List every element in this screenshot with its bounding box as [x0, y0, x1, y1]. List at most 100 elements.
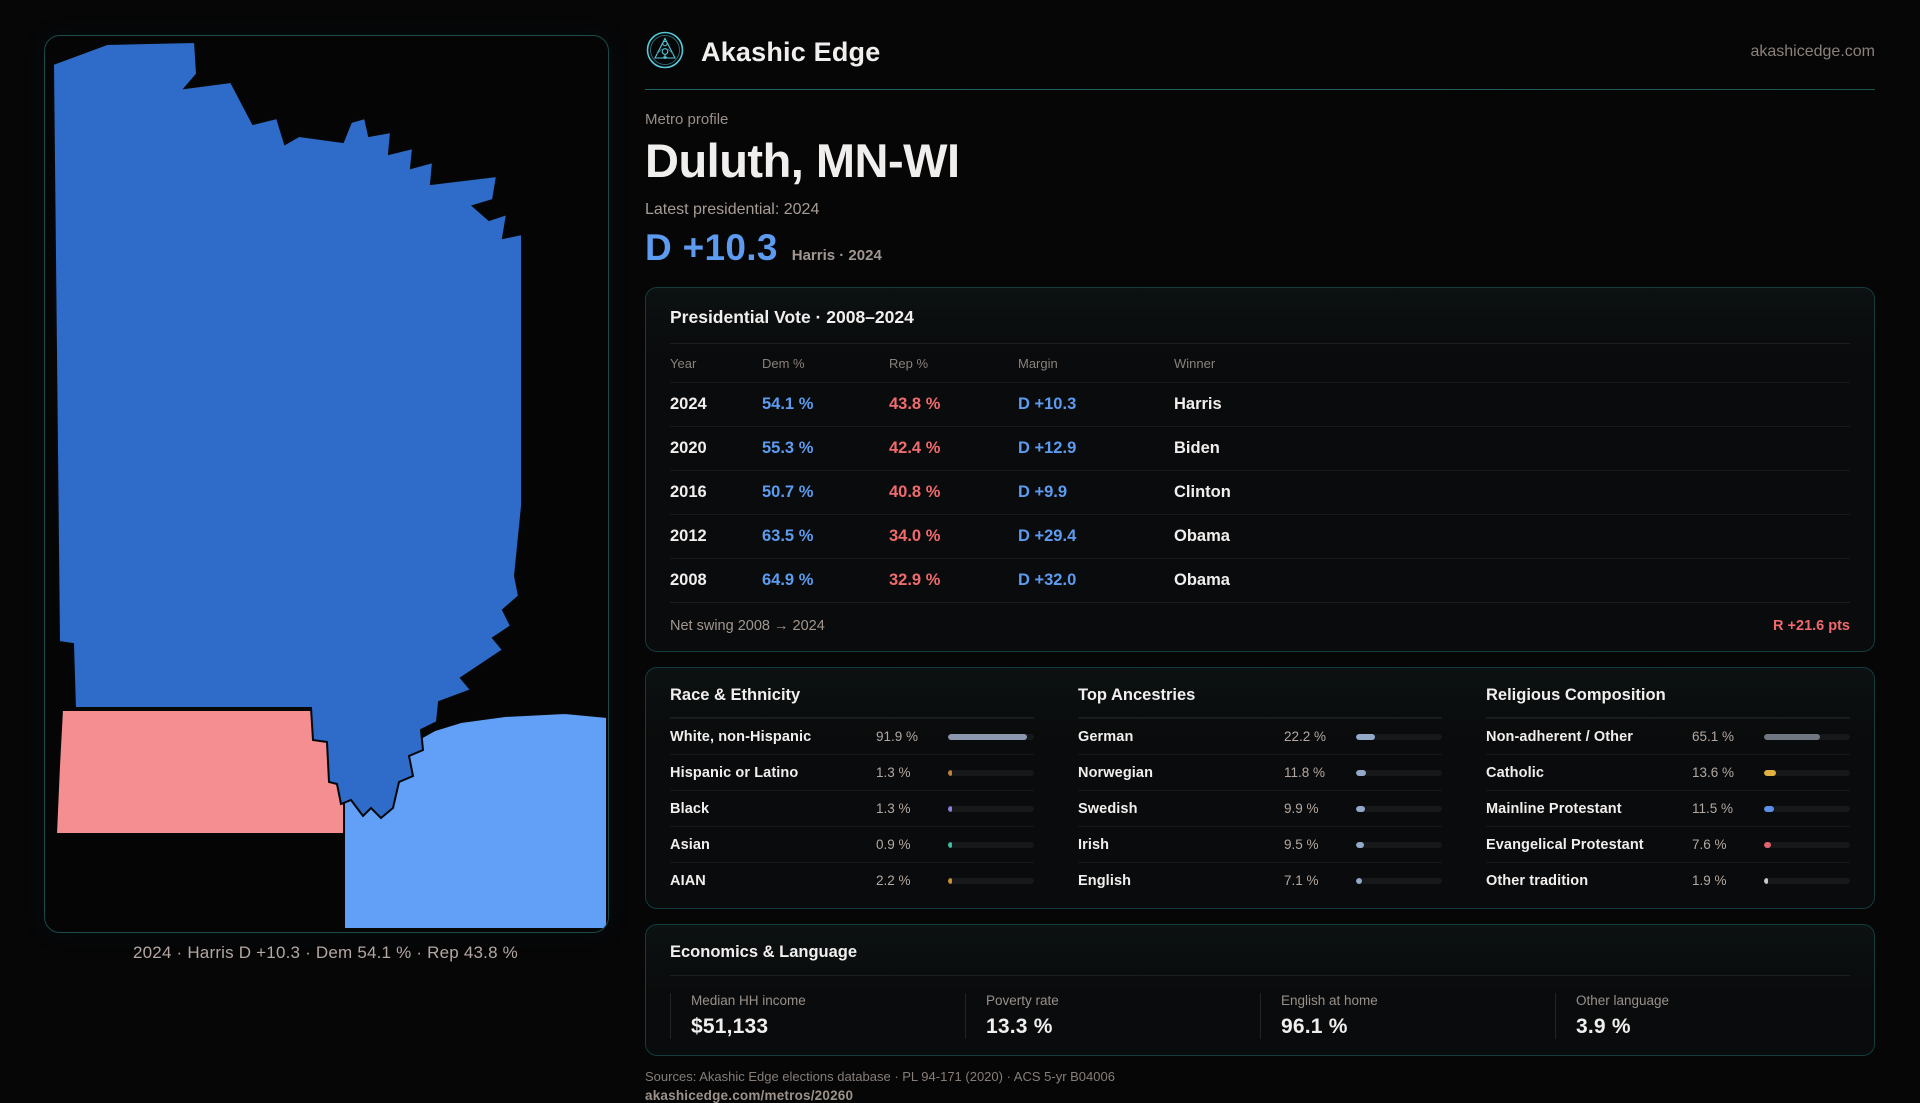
demographic-label: Swedish [1078, 801, 1272, 817]
demographic-value: 11.5 % [1692, 801, 1752, 816]
demographic-row: Swedish 9.9 % [1078, 790, 1442, 826]
religious-composition-title: Religious Composition [1486, 686, 1850, 718]
cell-winner: Obama [1174, 571, 1850, 590]
cell-rep-pct: 40.8 % [889, 483, 1018, 502]
stat-cell: English at home 96.1 % [1260, 993, 1555, 1039]
cell-rep-pct: 32.9 % [889, 571, 1018, 590]
site-link[interactable]: akashicedge.com [1750, 43, 1875, 61]
stat-bar-fill [1764, 878, 1768, 884]
stat-bar-fill [1356, 770, 1366, 776]
brand-name: Akashic Edge [701, 37, 880, 68]
demographic-row: Mainline Protestant 11.5 % [1486, 790, 1850, 826]
cell-rep-pct: 42.4 % [889, 439, 1018, 458]
stat-bar-track [1764, 878, 1850, 884]
demographic-label: Evangelical Protestant [1486, 837, 1680, 853]
stat-value: 3.9 % [1576, 1015, 1850, 1039]
cell-dem-pct: 64.9 % [762, 571, 889, 590]
vote-table-body: 2024 54.1 % 43.8 % D +10.3 Harris 2020 5… [670, 382, 1850, 602]
stat-label: Median HH income [691, 993, 965, 1008]
stat-bar-track [948, 806, 1034, 812]
demographic-value: 91.9 % [876, 729, 936, 744]
demographic-value: 7.6 % [1692, 837, 1752, 852]
col-header-year: Year [670, 356, 762, 371]
demographic-row: White, non-Hispanic 91.9 % [670, 718, 1034, 754]
vote-table-row: 2024 54.1 % 43.8 % D +10.3 Harris [670, 382, 1850, 426]
vote-table-row: 2016 50.7 % 40.8 % D +9.9 Clinton [670, 470, 1850, 514]
sources-line: Sources: Akashic Edge elections database… [645, 1069, 1875, 1084]
col-header-dem: Dem % [762, 356, 889, 371]
demographic-label: German [1078, 729, 1272, 745]
stat-value: 13.3 % [986, 1015, 1260, 1039]
cell-rep-pct: 43.8 % [889, 395, 1018, 414]
cell-rep-pct: 34.0 % [889, 527, 1018, 546]
headline-margin-line: D +10.3 Harris · 2024 [645, 227, 1875, 269]
stat-bar-fill [1356, 806, 1365, 812]
stat-value: $51,133 [691, 1015, 965, 1039]
cell-winner: Clinton [1174, 483, 1850, 502]
demographic-row: AIAN 2.2 % [670, 862, 1034, 898]
cell-year: 2020 [670, 439, 762, 458]
demographic-value: 1.9 % [1692, 873, 1752, 888]
race-ethnicity-list: White, non-Hispanic 91.9 % Hispanic or L… [670, 718, 1034, 898]
demographic-label: English [1078, 873, 1272, 889]
demographic-value: 1.3 % [876, 801, 936, 816]
cell-margin: D +9.9 [1018, 483, 1174, 502]
top-ancestries-list: German 22.2 % Norwegian 11.8 % Swedish [1078, 718, 1442, 898]
demographic-row: Asian 0.9 % [670, 826, 1034, 862]
cell-margin: D +29.4 [1018, 527, 1174, 546]
col-header-margin: Margin [1018, 356, 1174, 371]
stat-bar-track [948, 770, 1034, 776]
cell-margin: D +32.0 [1018, 571, 1174, 590]
cell-year: 2024 [670, 395, 762, 414]
map-county-st-louis[interactable] [53, 42, 522, 818]
page-kicker: Metro profile [645, 111, 1875, 128]
vote-table-header: Year Dem % Rep % Margin Winner [670, 344, 1850, 382]
demographic-label: Black [670, 801, 864, 817]
stat-bar-fill [1356, 842, 1364, 848]
stat-bar-track [1764, 806, 1850, 812]
demographic-value: 11.8 % [1284, 765, 1344, 780]
stat-bar-track [1356, 878, 1442, 884]
stat-bar-fill [948, 770, 952, 776]
stat-bar-track [1356, 770, 1442, 776]
county-map [45, 36, 608, 932]
demographic-row: Norwegian 11.8 % [1078, 754, 1442, 790]
page-title: Duluth, MN-WI [645, 136, 1875, 185]
stat-cell: Poverty rate 13.3 % [965, 993, 1260, 1039]
stat-bar-fill [1356, 734, 1375, 740]
permalink[interactable]: akashicedge.com/metros/20260 [645, 1088, 1875, 1103]
economics-language-panel: Economics & Language Median HH income $5… [645, 924, 1875, 1056]
stat-bar-track [1356, 734, 1442, 740]
top-bar: Akashic Edge akashicedge.com [645, 30, 1875, 74]
stat-bar-track [1356, 842, 1442, 848]
demographic-value: 0.9 % [876, 837, 936, 852]
cell-year: 2016 [670, 483, 762, 502]
demographic-value: 9.5 % [1284, 837, 1344, 852]
map-county-carlton[interactable] [56, 710, 344, 834]
metro-profile-page: 2024 · Harris D +10.3 · Dem 54.1 % · Rep… [0, 0, 1920, 1080]
demographic-label: Hispanic or Latino [670, 765, 864, 781]
top-ancestries-title: Top Ancestries [1078, 686, 1442, 718]
demographic-value: 65.1 % [1692, 729, 1752, 744]
cell-winner: Obama [1174, 527, 1850, 546]
religious-composition-section: Religious Composition Non-adherent / Oth… [1486, 686, 1850, 898]
stat-cell: Other language 3.9 % [1555, 993, 1850, 1039]
race-ethnicity-title: Race & Ethnicity [670, 686, 1034, 718]
stat-bar-track [1764, 770, 1850, 776]
stat-bar-track [1764, 842, 1850, 848]
top-ancestries-section: Top Ancestries German 22.2 % Norwegian 1… [1078, 686, 1442, 898]
county-map-card [44, 35, 609, 933]
net-swing-value: R +21.6 pts [1773, 618, 1850, 634]
content-column: Akashic Edge akashicedge.com Metro profi… [645, 30, 1875, 1103]
demographic-label: Norwegian [1078, 765, 1272, 781]
cell-winner: Biden [1174, 439, 1850, 458]
stat-bar-track [948, 842, 1034, 848]
demographic-row: English 7.1 % [1078, 862, 1442, 898]
demographic-value: 2.2 % [876, 873, 936, 888]
vote-table-title: Presidential Vote · 2008–2024 [670, 307, 1850, 344]
demographic-label: Other tradition [1486, 873, 1680, 889]
stat-bar-fill [948, 806, 952, 812]
stat-bar-track [948, 734, 1034, 740]
stat-bar-track [1356, 806, 1442, 812]
demographic-label: Non-adherent / Other [1486, 729, 1680, 745]
